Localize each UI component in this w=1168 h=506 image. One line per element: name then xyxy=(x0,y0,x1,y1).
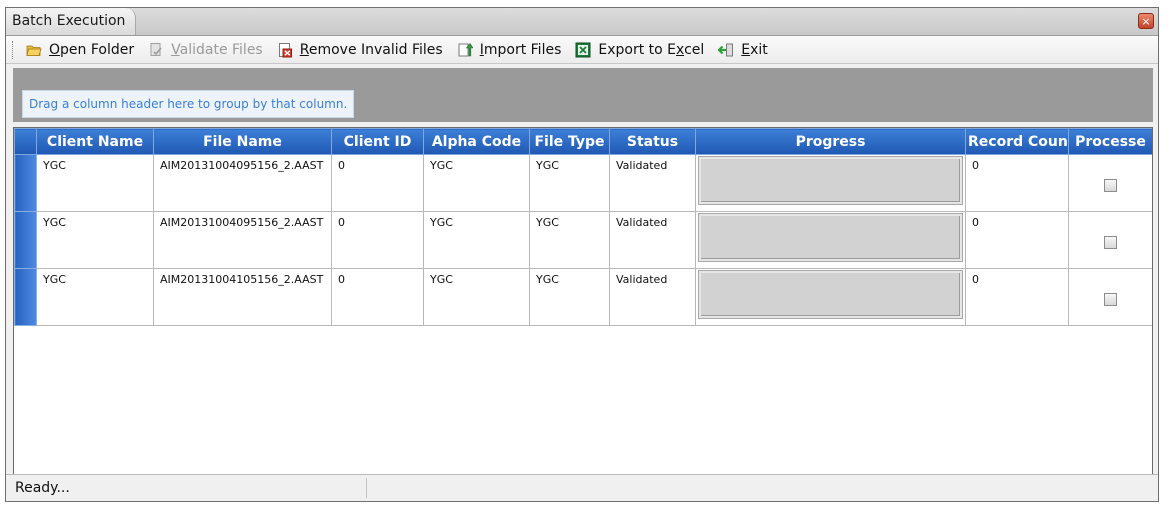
column-header-progress[interactable]: Progress xyxy=(695,128,966,155)
row-selector-header xyxy=(14,128,37,155)
open-folder-label: Open Folder xyxy=(49,41,135,58)
cell-file-type: YGC xyxy=(529,154,610,212)
remove-icon xyxy=(278,42,292,57)
cell-client-name: YGC xyxy=(36,211,154,269)
progress-bar xyxy=(699,214,962,261)
open-folder-button[interactable]: Open Folder xyxy=(26,42,134,58)
cell-processed xyxy=(1068,211,1152,269)
column-header-client-id[interactable]: Client ID xyxy=(331,128,424,155)
batch-execution-window: Batch Execution × Open Folder Validate F… xyxy=(5,7,1159,502)
cell-progress xyxy=(695,154,966,212)
batch-files-grid[interactable]: Client Name File Name Client ID Alpha Co… xyxy=(13,127,1153,476)
cell-alpha-code: YGC xyxy=(423,268,530,326)
row-selector[interactable] xyxy=(14,211,37,269)
cell-client-id: 0 xyxy=(331,211,424,269)
cell-client-name: YGC xyxy=(36,268,154,326)
validate-icon xyxy=(150,42,162,56)
validate-files-label: Validate Files xyxy=(171,41,263,58)
cell-processed xyxy=(1068,154,1152,212)
row-selector[interactable] xyxy=(14,154,37,212)
cell-progress xyxy=(695,268,966,326)
processed-checkbox[interactable] xyxy=(1104,236,1117,249)
cell-client-name: YGC xyxy=(36,154,154,212)
cell-record-count: 0 xyxy=(965,154,1069,212)
cell-record-count: 0 xyxy=(965,268,1069,326)
cell-file-type: YGC xyxy=(529,211,610,269)
cell-processed xyxy=(1068,268,1152,326)
exit-button[interactable]: Exit xyxy=(718,42,768,58)
status-divider xyxy=(366,478,367,498)
cell-file-type: YGC xyxy=(529,268,610,326)
column-header-record-count[interactable]: Record Coun xyxy=(965,128,1069,155)
folder-icon xyxy=(26,45,42,56)
column-header-status[interactable]: Status xyxy=(609,128,696,155)
import-icon xyxy=(458,42,473,56)
processed-checkbox[interactable] xyxy=(1104,179,1117,192)
table-row[interactable]: YGC AIM20131004095156_2.AAST 0 YGC YGC V… xyxy=(14,154,1152,212)
grid-header-row: Client Name File Name Client ID Alpha Co… xyxy=(14,128,1152,155)
remove-invalid-files-label: Remove Invalid Files xyxy=(299,41,443,58)
import-files-label: Import Files xyxy=(479,41,562,58)
column-header-alpha-code[interactable]: Alpha Code xyxy=(423,128,530,155)
cell-client-id: 0 xyxy=(331,154,424,212)
group-by-hint: Drag a column header here to group by th… xyxy=(22,90,355,118)
exit-label: Exit xyxy=(741,41,768,58)
status-text: Ready... xyxy=(15,480,70,496)
toolbar: Open Folder Validate Files Remove Invali… xyxy=(6,36,1158,64)
cell-progress xyxy=(695,211,966,269)
status-bar: Ready... xyxy=(6,474,1158,501)
processed-checkbox[interactable] xyxy=(1104,293,1117,306)
cell-client-id: 0 xyxy=(331,268,424,326)
column-header-file-type[interactable]: File Type xyxy=(529,128,610,155)
remove-invalid-files-button[interactable]: Remove Invalid Files xyxy=(277,42,443,58)
validate-files-button[interactable]: Validate Files xyxy=(148,42,263,58)
table-row[interactable]: YGC AIM20131004105156_2.AAST 0 YGC YGC V… xyxy=(14,268,1152,326)
cell-alpha-code: YGC xyxy=(423,211,530,269)
column-header-processed[interactable]: Processe xyxy=(1068,128,1152,155)
cell-alpha-code: YGC xyxy=(423,154,530,212)
progress-bar xyxy=(699,271,962,318)
column-header-file-name[interactable]: File Name xyxy=(153,128,332,155)
cell-status: Validated xyxy=(609,211,696,269)
close-icon[interactable]: × xyxy=(1138,13,1154,29)
cell-status: Validated xyxy=(609,154,696,212)
table-row[interactable]: YGC AIM20131004095156_2.AAST 0 YGC YGC V… xyxy=(14,211,1152,269)
window-title: Batch Execution xyxy=(6,8,137,35)
progress-bar xyxy=(699,157,962,204)
cell-file-name: AIM20131004105156_2.AAST xyxy=(153,268,332,326)
row-selector[interactable] xyxy=(14,268,37,326)
export-to-excel-button[interactable]: Export to Excel xyxy=(575,42,704,58)
column-header-client-name[interactable]: Client Name xyxy=(36,128,154,155)
exit-icon xyxy=(718,43,734,56)
export-to-excel-label: Export to Excel xyxy=(598,41,705,58)
cell-record-count: 0 xyxy=(965,211,1069,269)
cell-file-name: AIM20131004095156_2.AAST xyxy=(153,154,332,212)
excel-icon xyxy=(575,42,591,57)
cell-file-name: AIM20131004095156_2.AAST xyxy=(153,211,332,269)
cell-status: Validated xyxy=(609,268,696,326)
title-bar: Batch Execution × xyxy=(6,8,1158,36)
toolbar-grip[interactable] xyxy=(12,40,16,59)
import-files-button[interactable]: Import Files xyxy=(457,41,562,58)
